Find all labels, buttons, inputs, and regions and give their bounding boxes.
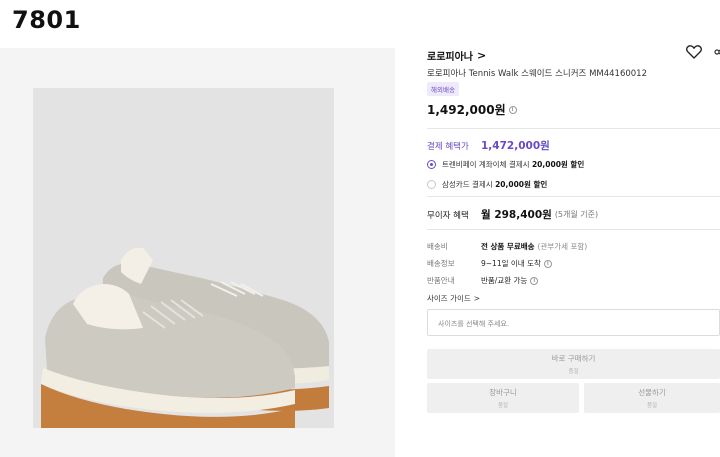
shipping-info-label: 배송정보 [427, 259, 455, 268]
buy-now-label: 바로 구매하기 [551, 354, 596, 363]
gift-sub: 품절 [646, 403, 658, 409]
benefit-price: 1,472,000원 [481, 140, 550, 152]
product-title: 로로피아나 Tennis Walk 스웨이드 스니커즈 MM44160012 [427, 69, 647, 79]
payment-option-2[interactable]: 삼성카드 결제시 20,000원 할인 [427, 179, 547, 190]
installment-amount: 월 298,400원 [481, 209, 552, 221]
size-guide-label[interactable]: 사이즈 가이드 [427, 293, 471, 304]
shipping-fee-label: 배송비 [427, 242, 448, 251]
buy-now-sub: 품절 [568, 369, 579, 375]
divider [427, 128, 720, 129]
product-image[interactable] [33, 88, 334, 428]
brand-name[interactable]: 로로피아나 [427, 48, 473, 63]
shipping-fee-row: 배송비 전 상품 무료배송 (관부가세 포함) [427, 241, 587, 252]
divider [427, 196, 720, 197]
share-icon[interactable] [714, 44, 720, 60]
installment-label: 무이자 혜택 [427, 210, 469, 221]
installment-note: (5개월 기준) [554, 210, 599, 219]
shipping-fee-value: 전 상품 무료배송 [481, 242, 535, 251]
cart-sub: 품절 [497, 403, 509, 409]
return-info-row: 반품안내 반품/교환 가능 i [427, 275, 539, 286]
info-icon[interactable]: i [530, 276, 539, 285]
page-id-label: 7801 [12, 6, 81, 34]
cart-button[interactable]: 장바구니 품절 [427, 383, 579, 413]
size-guide-link[interactable]: 사이즈 가이드 > [427, 293, 480, 304]
payment-option-text: 삼성카드 결제시 [442, 180, 493, 189]
chevron-right-icon: > [473, 294, 481, 303]
buy-now-button[interactable]: 바로 구매하기 품절 [427, 349, 720, 379]
gift-label: 선물하기 [638, 388, 666, 397]
heart-icon[interactable] [685, 43, 703, 61]
installment-row: 무이자 혜택 월 298,400원 (5개월 기준) [427, 207, 598, 222]
radio-selected[interactable] [427, 160, 436, 169]
price-row: 1,492,000원 i [427, 101, 517, 118]
info-icon[interactable]: i [543, 259, 552, 268]
product-price: 1,492,000원 [427, 103, 506, 117]
product-gallery [0, 48, 395, 457]
info-icon[interactable]: i [508, 105, 517, 114]
divider [427, 229, 720, 230]
brand-link[interactable]: 로로피아나 > [427, 48, 486, 63]
shipping-info-row: 배송정보 9~11일 이내 도착 i [427, 258, 552, 269]
return-value: 반품/교환 가능 [481, 276, 528, 285]
payment-option-1[interactable]: 트렌비페이 계좌이체 결제시 20,000원 할인 [427, 159, 584, 170]
return-label: 반품안내 [427, 276, 455, 285]
shipping-fee-note: (관부가세 포함) [537, 242, 588, 251]
cart-label: 장바구니 [489, 388, 517, 397]
chevron-right-icon: > [477, 49, 487, 62]
sneaker-illustration [33, 88, 334, 428]
benefit-label: 결제 혜택가 [427, 141, 469, 152]
gift-button[interactable]: 선물하기 품절 [584, 383, 720, 413]
size-select[interactable]: 사이즈를 선택해 주세요. [427, 309, 720, 336]
payment-option-discount: 20,000원 할인 [531, 160, 585, 169]
shipping-info-value: 9~11일 이내 도착 [481, 259, 541, 268]
radio-unselected[interactable] [427, 180, 436, 189]
payment-option-text: 트렌비페이 계좌이체 결제시 [442, 160, 530, 169]
benefit-price-row: 결제 혜택가 1,472,000원 [427, 138, 550, 153]
payment-option-discount: 20,000원 할인 [495, 180, 548, 189]
product-info-panel: 로로피아나 > 로로피아나 Tennis Walk 스웨이드 스니커즈 MM44… [427, 0, 720, 457]
overseas-shipping-badge: 해외배송 [427, 82, 459, 96]
